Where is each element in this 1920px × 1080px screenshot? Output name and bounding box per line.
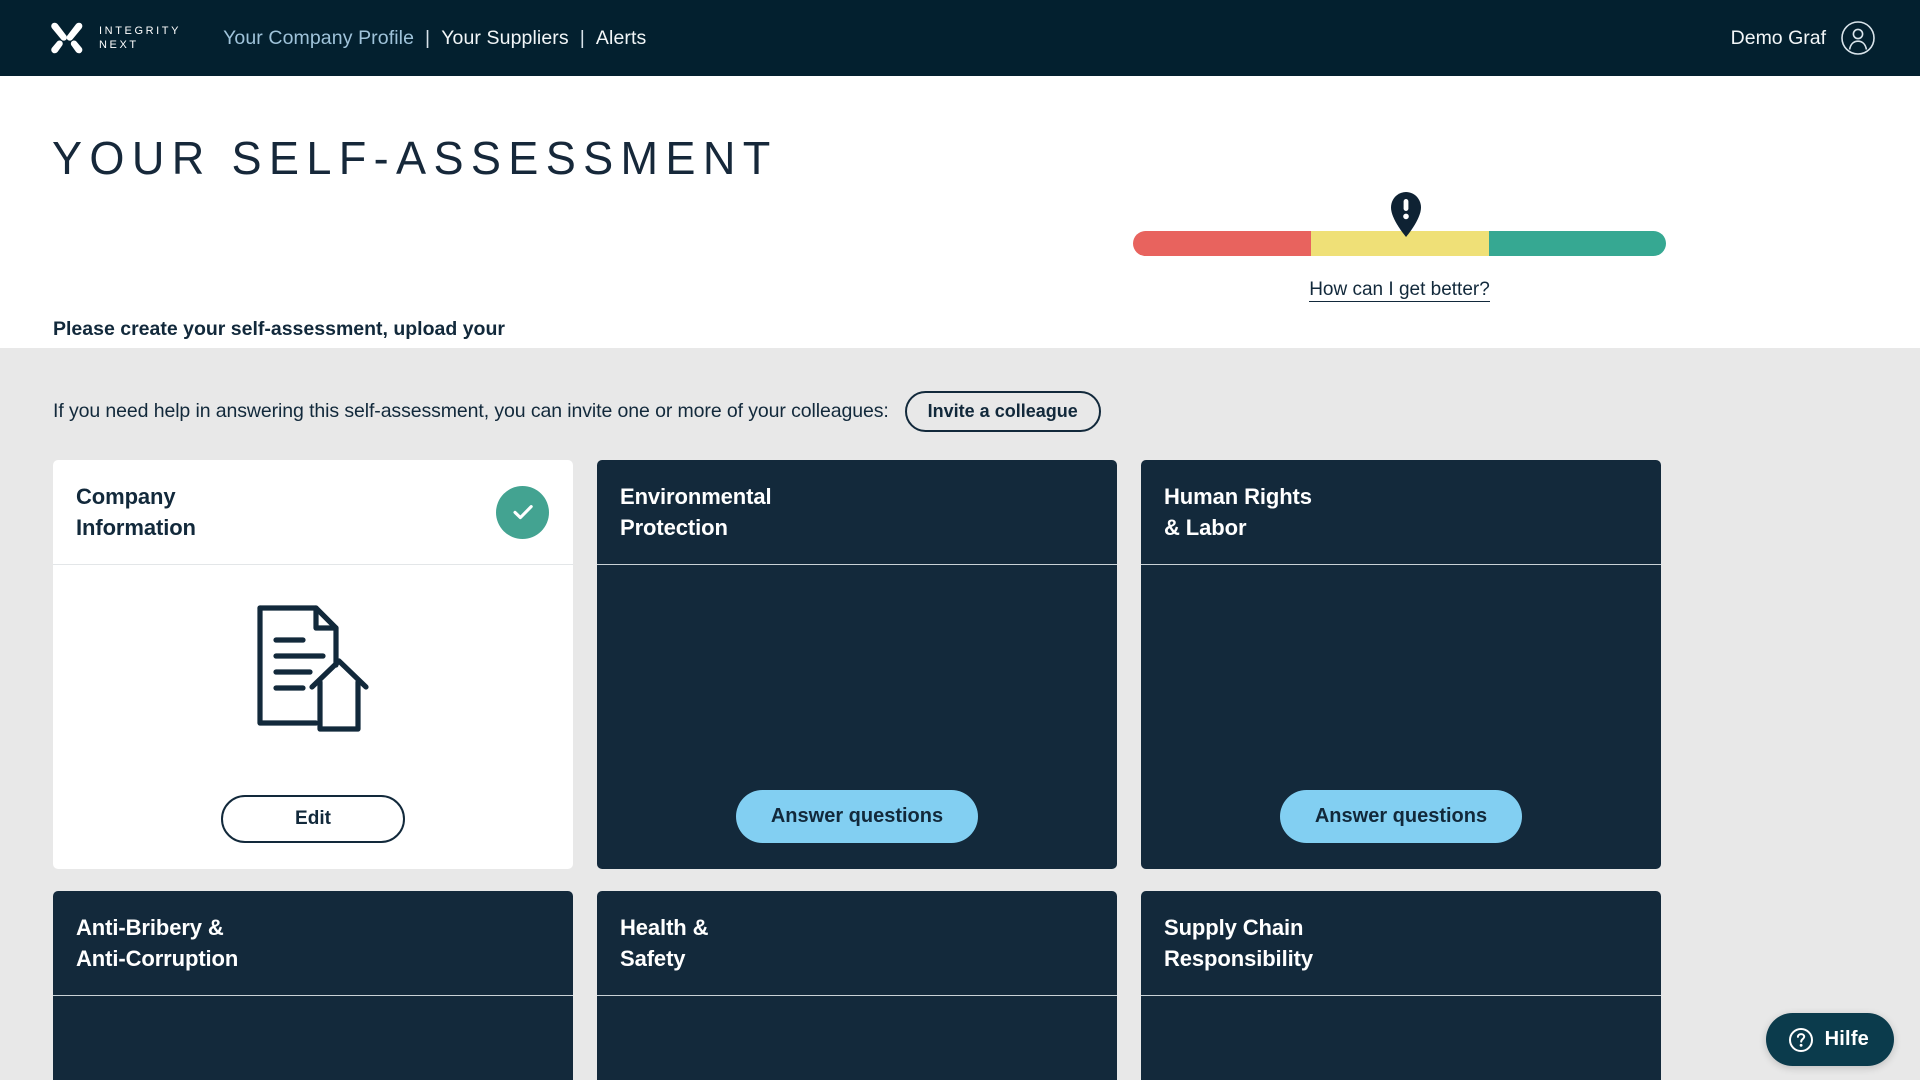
card-header: Human Rights & Labor (1141, 460, 1661, 565)
card-body: Answer questions (597, 565, 1117, 869)
card-body (53, 996, 573, 1080)
integrity-next-x-logo-icon (51, 22, 83, 54)
assessment-card-anti-bribery-anti-corruption[interactable]: Anti-Bribery & Anti-Corruption (53, 891, 573, 1080)
assessment-card-environmental-protection[interactable]: Environmental Protection Answer question… (597, 460, 1117, 869)
how-can-i-get-better-link[interactable]: How can I get better? (1309, 279, 1490, 302)
document-house-icon (257, 605, 369, 732)
check-circle-icon (496, 485, 549, 539)
invite-a-colleague-button[interactable]: Invite a colleague (904, 391, 1101, 432)
invite-colleague-row: If you need help in answering this self-… (48, 348, 1872, 432)
edit-button[interactable]: Edit (221, 795, 405, 843)
card-title: Anti-Bribery & Anti-Corruption (76, 914, 239, 971)
assessment-card-human-rights-and-labor[interactable]: Human Rights & Labor Answer questions (1141, 460, 1661, 869)
nav-link-alerts[interactable]: Alerts (596, 27, 646, 50)
nav-separator-2: | (579, 26, 585, 49)
gauge-segment-low (1133, 231, 1311, 256)
check-mark-icon (512, 505, 533, 520)
invite-colleague-text: If you need help in answering this self-… (53, 400, 889, 422)
question-circle-icon (1788, 1027, 1813, 1052)
brand-wordmark: INTEGRITY NEXT (99, 24, 182, 51)
gauge-segment-high (1489, 231, 1666, 256)
card-title: Supply Chain Responsibility (1164, 914, 1313, 971)
help-widget-button[interactable]: Hilfe (1765, 1013, 1894, 1066)
card-action-area: Answer questions (735, 790, 979, 843)
exclamation-marker-icon (1391, 192, 1421, 237)
user-name-label: Demo Graf (1730, 26, 1826, 49)
top-navigation-bar: INTEGRITY NEXT Your Company Profile | Yo… (0, 0, 1920, 76)
answer-questions-button[interactable]: Answer questions (1279, 790, 1523, 843)
nav-link-your-company-profile[interactable]: Your Company Profile (223, 27, 414, 50)
help-widget-label: Hilfe (1824, 1028, 1869, 1050)
card-title: Health & Safety (620, 914, 709, 971)
hero-section: YOUR SELF-ASSESSMENT Please create your … (0, 76, 1920, 368)
assessment-card-grid: Company Information Edit Environmental P… (53, 460, 1872, 1080)
page-title: YOUR SELF-ASSESSMENT (52, 132, 778, 184)
card-body: Answer questions (1141, 565, 1661, 869)
brand-logo[interactable]: INTEGRITY NEXT (48, 19, 181, 57)
user-menu[interactable]: Demo Graf (1731, 20, 1876, 56)
user-avatar-icon[interactable] (1840, 20, 1876, 56)
assessment-score-gauge: How can I get better? (1133, 192, 1666, 302)
card-header: Supply Chain Responsibility (1141, 891, 1661, 996)
card-header: Anti-Bribery & Anti-Corruption (53, 891, 573, 996)
card-body (1141, 996, 1661, 1080)
card-header: Health & Safety (597, 891, 1117, 996)
card-header: Company Information (53, 460, 573, 565)
brand-line-1: INTEGRITY (99, 24, 182, 37)
assessment-card-supply-chain-responsibility[interactable]: Supply Chain Responsibility (1141, 891, 1661, 1080)
nav-separator-1: | (425, 26, 431, 49)
card-title: Company Information (76, 483, 196, 540)
main-content: If you need help in answering this self-… (0, 348, 1920, 1080)
brand-line-2: NEXT (99, 38, 139, 51)
how-can-i-get-better-link-wrap: How can I get better? (1133, 279, 1666, 302)
nav-link-your-suppliers[interactable]: Your Suppliers (441, 27, 569, 50)
card-body (597, 996, 1117, 1080)
card-title: Environmental Protection (620, 483, 772, 540)
main-nav-links: Your Company Profile | Your Suppliers | … (223, 27, 646, 50)
card-body: Edit (53, 565, 573, 869)
card-action-area: Answer questions (1279, 790, 1523, 843)
card-header: Environmental Protection (597, 460, 1117, 565)
assessment-card-company-information[interactable]: Company Information Edit (53, 460, 573, 869)
answer-questions-button[interactable]: Answer questions (735, 790, 979, 843)
assessment-card-health-and-safety[interactable]: Health & Safety (597, 891, 1117, 1080)
card-action-area: Edit (221, 795, 405, 843)
card-title: Human Rights & Labor (1164, 483, 1312, 540)
